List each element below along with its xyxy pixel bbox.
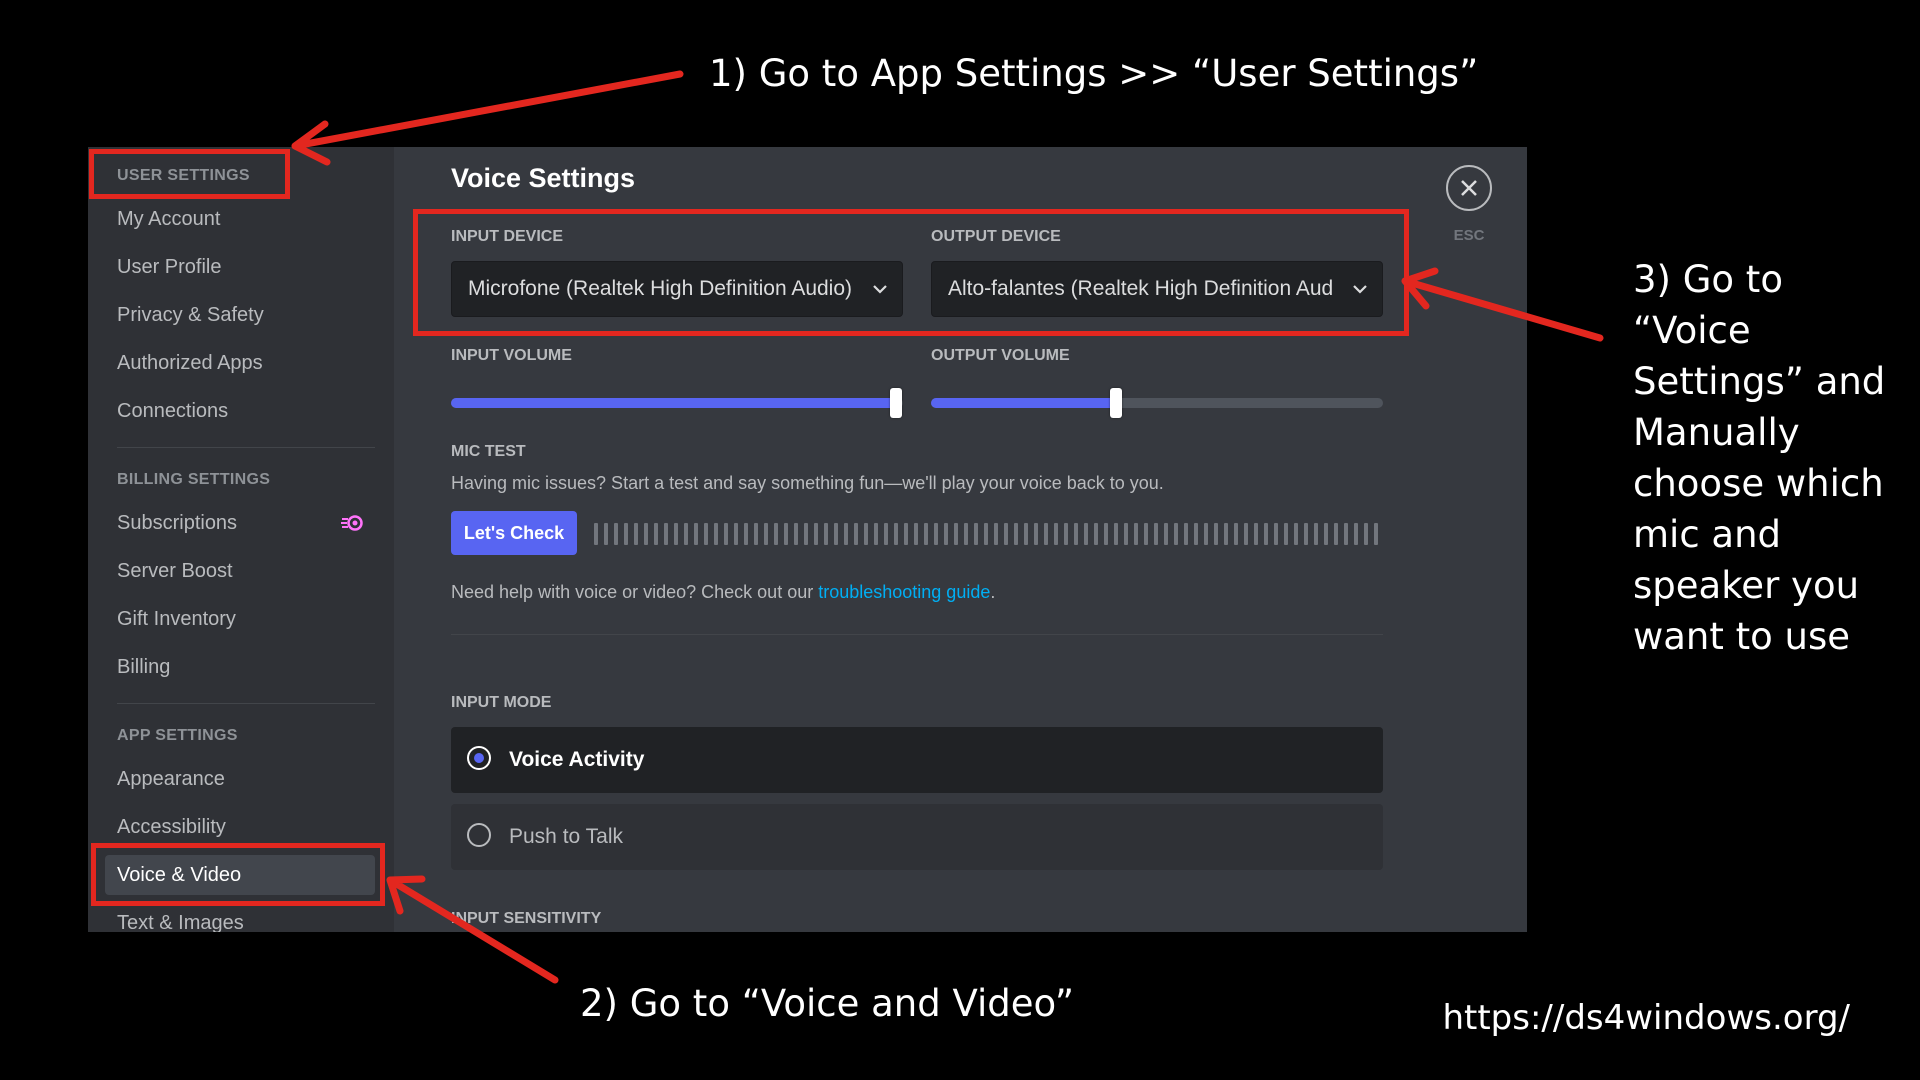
sidebar-header-user-settings: User Settings bbox=[117, 167, 250, 184]
mic-level-meter bbox=[594, 523, 1378, 545]
sidebar-item-authorized-apps[interactable]: Authorized Apps bbox=[105, 343, 375, 383]
sidebar-item-gift-inventory[interactable]: Gift Inventory bbox=[105, 599, 375, 639]
sidebar-item-connections[interactable]: Connections bbox=[105, 391, 375, 431]
discord-settings-window: User Settings My Account User Profile Pr… bbox=[88, 147, 1527, 932]
input-device-label: Input Device bbox=[451, 228, 564, 245]
sidebar-item-voice-video[interactable]: Voice & Video bbox=[105, 855, 375, 895]
sidebar-item-accessibility[interactable]: Accessibility bbox=[105, 807, 375, 847]
input-device-select[interactable]: Microfone (Realtek High Definition Audio… bbox=[451, 261, 903, 317]
output-device-select[interactable]: Alto-falantes (Realtek High Definition A… bbox=[931, 261, 1383, 317]
annotation-step-1: 1) Go to App Settings >> “User Settings” bbox=[709, 52, 1479, 95]
esc-label: ESC bbox=[1453, 227, 1485, 244]
radio-selected-icon bbox=[467, 746, 491, 770]
sidebar-item-appearance[interactable]: Appearance bbox=[105, 759, 375, 799]
input-mode-label: Input Mode bbox=[451, 694, 552, 711]
annotation-step-3: 3) Go to “Voice Settings” and Manually c… bbox=[1633, 258, 1886, 659]
input-mode-push-to-talk[interactable]: Push to Talk bbox=[451, 804, 1383, 870]
radio-label: Voice Activity bbox=[509, 748, 645, 771]
output-volume-fill bbox=[931, 398, 1117, 408]
output-volume-label: Output Volume bbox=[931, 347, 1070, 364]
settings-sidebar: User Settings My Account User Profile Pr… bbox=[88, 147, 394, 932]
source-url: https://ds4windows.org/ bbox=[1442, 998, 1850, 1038]
sidebar-item-user-profile[interactable]: User Profile bbox=[105, 247, 375, 287]
input-volume-handle[interactable] bbox=[890, 388, 903, 418]
help-text-suffix: . bbox=[990, 582, 996, 602]
input-device-value: Microfone (Realtek High Definition Audio… bbox=[468, 277, 853, 300]
output-device-value: Alto-falantes (Realtek High Definition A… bbox=[948, 277, 1334, 300]
annotation-step-2: 2) Go to “Voice and Video” bbox=[580, 982, 1074, 1025]
radio-label: Push to Talk bbox=[509, 825, 624, 848]
page-title: Voice Settings bbox=[451, 163, 636, 193]
troubleshooting-guide-link[interactable]: troubleshooting guide bbox=[818, 582, 990, 602]
sidebar-header-app-settings: App Settings bbox=[117, 727, 238, 744]
section-divider bbox=[451, 634, 1383, 635]
input-mode-voice-activity[interactable]: Voice Activity bbox=[451, 727, 1383, 793]
radio-unselected-icon bbox=[467, 823, 491, 847]
input-sensitivity-label: Input Sensitivity bbox=[451, 910, 602, 927]
output-volume-slider[interactable] bbox=[931, 388, 1383, 418]
input-volume-label: Input Volume bbox=[451, 347, 572, 364]
sidebar-item-billing[interactable]: Billing bbox=[105, 647, 375, 687]
input-volume-fill bbox=[451, 398, 897, 408]
input-volume-slider[interactable] bbox=[451, 388, 903, 418]
help-text-prefix: Need help with voice or video? Check out… bbox=[451, 582, 819, 602]
sidebar-item-my-account[interactable]: My Account bbox=[105, 199, 375, 239]
sidebar-divider bbox=[117, 703, 375, 704]
close-icon bbox=[1461, 180, 1477, 196]
output-volume-handle[interactable] bbox=[1110, 388, 1123, 418]
settings-content: Voice Settings Input Device Microfone (R… bbox=[394, 147, 1527, 932]
lets-check-button[interactable]: Let's Check bbox=[451, 511, 577, 555]
sidebar-item-subscriptions[interactable]: Subscriptions bbox=[105, 503, 375, 543]
sidebar-header-billing-settings: Billing Settings bbox=[117, 471, 271, 488]
sidebar-divider bbox=[117, 447, 375, 448]
close-button[interactable] bbox=[1446, 165, 1492, 211]
sidebar-item-server-boost[interactable]: Server Boost bbox=[105, 551, 375, 591]
chevron-down-icon bbox=[873, 285, 887, 294]
sidebar-item-text-images[interactable]: Text & Images bbox=[105, 903, 375, 932]
boost-icon bbox=[341, 515, 363, 531]
help-text: Need help with voice or video? Check out… bbox=[451, 582, 995, 603]
mic-test-description: Having mic issues? Start a test and say … bbox=[451, 473, 1164, 493]
output-device-label: Output Device bbox=[931, 228, 1061, 245]
sidebar-item-privacy-safety[interactable]: Privacy & Safety bbox=[105, 295, 375, 335]
sidebar-item-label: Subscriptions bbox=[117, 512, 238, 534]
mic-test-label: Mic Test bbox=[451, 443, 526, 460]
chevron-down-icon bbox=[1353, 285, 1367, 294]
